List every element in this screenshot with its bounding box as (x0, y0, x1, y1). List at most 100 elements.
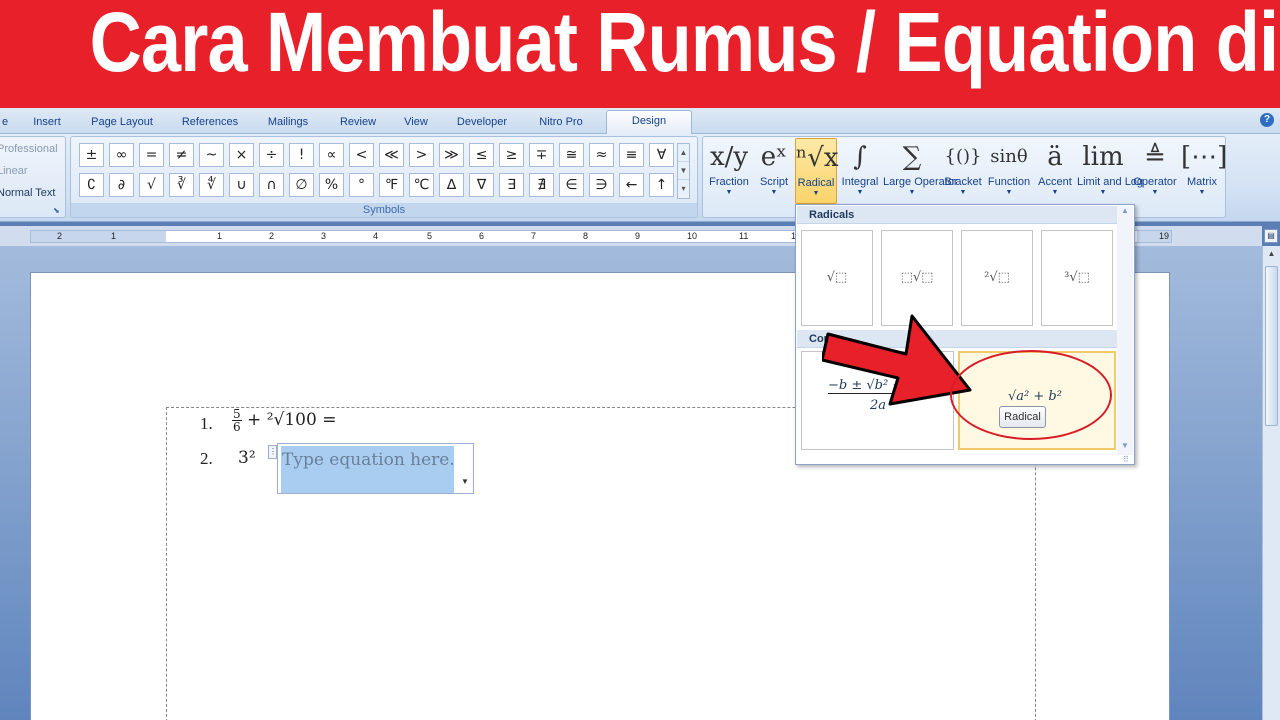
view-ruler-icon[interactable]: ▤ (1264, 229, 1278, 243)
symbol-button[interactable]: ± (79, 143, 104, 167)
structure-label: Radical (797, 177, 835, 189)
more-icon[interactable]: ▾ (678, 180, 689, 198)
symbol-button[interactable]: ↑ (649, 173, 674, 197)
symbol-button[interactable]: ! (289, 143, 314, 167)
gallery-scrollbar[interactable]: ▲ ▼ (1117, 206, 1133, 455)
equation-1[interactable]: 56 + ²√100 = (232, 408, 336, 433)
tab-insert[interactable]: Insert (22, 112, 72, 134)
tooltip: Radical (999, 406, 1046, 428)
symbol-button[interactable]: ≠ (169, 143, 194, 167)
ruler-number: 7 (531, 231, 537, 241)
symbol-button[interactable]: > (409, 143, 434, 167)
normal-text-option[interactable]: Normal Text (0, 187, 55, 199)
symbol-button[interactable]: < (349, 143, 374, 167)
equation-options-icon[interactable]: ▼ (459, 477, 471, 491)
symbols-scroll[interactable]: ▲ ▼ ▾ (677, 143, 690, 199)
ruler-number: 2 (269, 231, 275, 241)
gallery-scroll-up-icon[interactable]: ▲ (1117, 206, 1133, 220)
symbol-button[interactable]: ≅ (559, 143, 584, 167)
dropdown-arrow-icon: ▼ (812, 190, 820, 197)
fraction-button[interactable]: x/y Fraction ▼ (704, 138, 754, 204)
ribbon-tabs: ? e Insert Page Layout References Mailings Re… (0, 108, 1280, 135)
symbol-button[interactable]: × (229, 143, 254, 167)
symbol-button[interactable]: ° (349, 173, 374, 197)
professional-option[interactable]: Professional (0, 143, 58, 155)
dropdown-arrow-icon: ▼ (1005, 189, 1013, 196)
bracket-icon: {()} (944, 146, 982, 167)
symbol-button[interactable]: ∝ (319, 143, 344, 167)
symbol-button[interactable]: ÷ (259, 143, 284, 167)
help-icon[interactable]: ? (1260, 113, 1274, 127)
bracket-button[interactable]: {()} Bracket ▼ (942, 138, 984, 204)
symbol-button[interactable]: ℉ (379, 173, 404, 197)
symbol-button[interactable]: ≫ (439, 143, 464, 167)
tab-mailings[interactable]: Mailings (256, 112, 320, 134)
script-button[interactable]: eˣ Script ▼ (756, 138, 792, 204)
scroll-thumb[interactable] (1265, 266, 1278, 426)
symbol-button[interactable]: ∪ (229, 173, 254, 197)
linear-option[interactable]: Linear (0, 165, 28, 177)
scroll-down-icon[interactable]: ▼ (678, 162, 689, 180)
banner-title: Cara Membuat Rumus / Equation di Word (89, 0, 1280, 89)
symbol-button[interactable]: ≪ (379, 143, 404, 167)
symbol-button[interactable]: ≈ (589, 143, 614, 167)
symbol-button[interactable]: ∞ (109, 143, 134, 167)
cube-root-tile[interactable]: ³√⬚ (1041, 230, 1113, 326)
symbol-button[interactable]: ∇ (469, 173, 494, 197)
vertical-scrollbar[interactable]: ▲ (1262, 246, 1280, 720)
tab-references[interactable]: References (172, 112, 248, 134)
symbol-button[interactable]: ∛ (169, 173, 194, 197)
symbol-button[interactable]: ≤ (469, 143, 494, 167)
symbol-button[interactable]: ∩ (259, 173, 284, 197)
symbol-button[interactable]: ∅ (289, 173, 314, 197)
symbol-button[interactable]: ∈ (559, 173, 584, 197)
dialog-launcher-icon[interactable]: ⬊ (53, 206, 63, 216)
symbol-button[interactable]: ~ (199, 143, 224, 167)
tab-view[interactable]: View (396, 112, 436, 134)
fraction: 56 (232, 408, 242, 433)
symbol-button[interactable]: ∀ (649, 143, 674, 167)
resize-grip-icon[interactable]: ⠿ (1123, 455, 1133, 464)
equation-placeholder[interactable]: Type equation here. (281, 446, 455, 493)
symbol-button[interactable]: ∁ (79, 173, 104, 197)
tab-e[interactable]: e (0, 112, 10, 134)
integral-button[interactable]: ∫ Integral ▼ (838, 138, 882, 204)
denominator: 6 (233, 420, 241, 434)
matrix-button[interactable]: [⋯] Matrix ▼ (1181, 138, 1227, 204)
symbol-button[interactable]: ∜ (199, 173, 224, 197)
tab-review[interactable]: Review (332, 112, 384, 134)
tab-design[interactable]: Design (606, 110, 692, 135)
symbol-button[interactable]: = (139, 143, 164, 167)
symbol-button[interactable]: ℃ (409, 173, 434, 197)
symbol-button[interactable]: ∂ (109, 173, 134, 197)
tab-developer[interactable]: Developer (448, 112, 516, 134)
symbol-button[interactable]: ∓ (529, 143, 554, 167)
tab-nitro-pro[interactable]: Nitro Pro (528, 112, 594, 134)
equation-2[interactable]: 3² (238, 448, 256, 468)
ruler-number: 10 (687, 231, 698, 241)
ruler-number: 1 (111, 231, 117, 241)
operator-button[interactable]: ≜ Operator ▼ (1130, 138, 1180, 204)
symbol-button[interactable]: % (319, 173, 344, 197)
limit-and-log-button[interactable]: lim Limit and Log ▼ (1077, 138, 1143, 204)
symbol-button[interactable]: ∄ (529, 173, 554, 197)
symbol-button[interactable]: ∃ (499, 173, 524, 197)
large-operator-button[interactable]: ∑ Large Operator ▼ (883, 138, 958, 204)
symbol-button[interactable]: ← (619, 173, 644, 197)
function-button[interactable]: sinθ Function ▼ (985, 138, 1033, 204)
symbol-button[interactable]: ≡ (619, 143, 644, 167)
symbol-button[interactable]: ∋ (589, 173, 614, 197)
gallery-scroll-down-icon[interactable]: ▼ (1117, 441, 1133, 455)
tab-page-layout[interactable]: Page Layout (82, 112, 162, 134)
scroll-up-icon[interactable]: ▲ (678, 144, 689, 162)
equation-input[interactable]: Type equation here. ▼ (277, 443, 474, 494)
symbol-button[interactable]: √ (139, 173, 164, 197)
radical-button[interactable]: ⁿ√x Radical ▼ (795, 138, 838, 204)
symbol-button[interactable]: ≥ (499, 143, 524, 167)
structure-label: Fraction (709, 176, 749, 188)
scroll-up-arrow-icon[interactable]: ▲ (1263, 246, 1280, 262)
symbols-group: ± ∞ = ≠ ~ × ÷! ∝ < ≪ > ≫ ≤ ≥ ∓ ≅ ≈ ≡ ∀ ∁ ∂ √ ∛ ∜ ∪ ∩ ∅% ° ℉ ℃ ∆ ∇ ∃ ∄ ∈ ∋ ← ↑… (70, 136, 698, 218)
symbol-button[interactable]: ∆ (439, 173, 464, 197)
accent-button[interactable]: ä Accent ▼ (1034, 138, 1076, 204)
equation-handle-icon[interactable]: ⋮ (268, 445, 277, 459)
